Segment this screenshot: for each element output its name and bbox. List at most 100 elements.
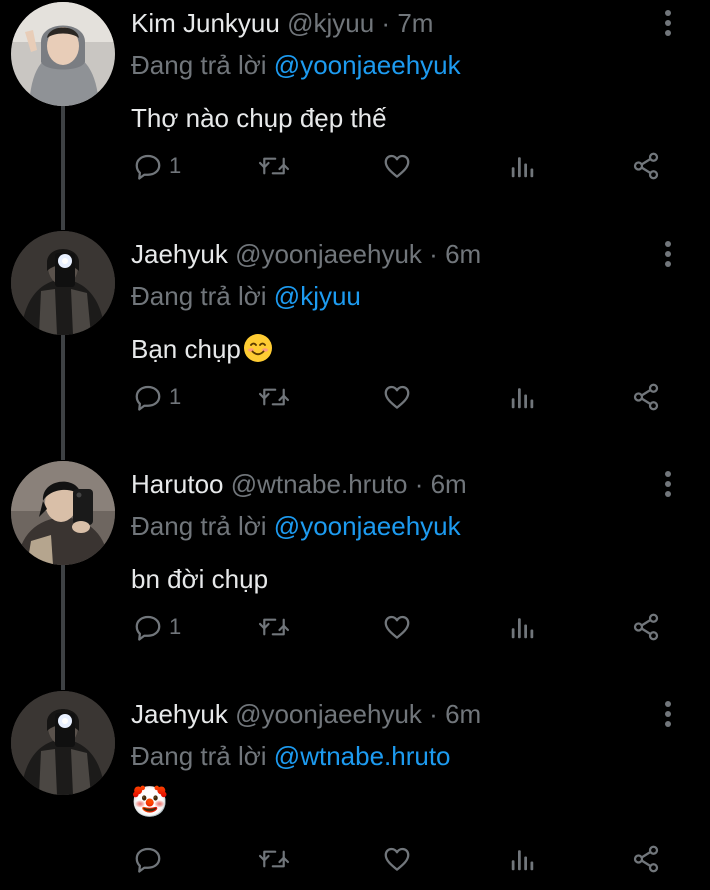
retweet-icon: [258, 388, 290, 406]
reply-button[interactable]: [133, 839, 169, 879]
share-nodes-icon: [633, 845, 659, 873]
vertical-ellipsis-icon: [665, 241, 671, 267]
reply-count: 1: [169, 614, 182, 639]
speech-bubble-icon: [135, 154, 161, 180]
tweet-header: Kim Junkyuu @kjyuu · 7m: [131, 6, 433, 40]
like-button[interactable]: [382, 839, 412, 879]
like-button[interactable]: [382, 377, 412, 417]
heart-icon: [384, 154, 410, 178]
replying-to-label: Đang trả lời: [131, 50, 267, 80]
tweet-text: bn đời chụp: [131, 564, 269, 594]
speech-bubble-icon: [135, 385, 161, 411]
tweet-text: Thợ nào chụp đẹp thế: [131, 103, 387, 133]
retweet-button[interactable]: [257, 146, 291, 186]
tweet-header: Jaehyuk @yoonjaeehyuk · 6m: [131, 697, 481, 731]
separator-dot: ·: [429, 699, 438, 729]
action-bar: 1: [131, 146, 691, 186]
user-handle[interactable]: @kjyuu: [287, 8, 374, 38]
heart-icon: [384, 615, 410, 639]
reply-count: 1: [169, 384, 182, 409]
like-button[interactable]: [382, 146, 412, 186]
display-name[interactable]: Jaehyuk: [131, 699, 228, 729]
avatar[interactable]: [11, 461, 115, 565]
tweet-header: Jaehyuk @yoonjaeehyuk · 6m: [131, 237, 481, 271]
mention-link[interactable]: @yoonjaeehyuk: [274, 511, 461, 541]
reply-button[interactable]: 1: [133, 377, 181, 417]
timestamp[interactable]: 6m: [431, 469, 467, 499]
vertical-ellipsis-icon: [665, 701, 671, 727]
action-bar: [131, 839, 691, 879]
share-nodes-icon: [633, 613, 659, 641]
avatar[interactable]: [11, 691, 115, 795]
more-options-button[interactable]: [650, 699, 686, 729]
avatar[interactable]: [11, 2, 115, 106]
heart-icon: [384, 847, 410, 871]
retweet-icon: [258, 850, 290, 868]
action-bar: 1: [131, 607, 691, 647]
reply-count: 1: [169, 153, 182, 178]
reply-tweet[interactable]: Harutoo @wtnabe.hruto · 6m Đang trả lời …: [0, 461, 710, 691]
replying-to: Đang trả lời @yoonjaeehyuk: [131, 509, 461, 543]
mention-link[interactable]: @yoonjaeehyuk: [274, 50, 461, 80]
vertical-ellipsis-icon: [665, 471, 671, 497]
share-button[interactable]: [631, 377, 661, 417]
reply-button[interactable]: 1: [133, 607, 181, 647]
heart-icon: [384, 385, 410, 409]
retweet-icon: [258, 618, 290, 636]
tweet-text: 🤡: [131, 785, 168, 821]
smiling-face-emoji-icon: [243, 334, 272, 362]
action-bar: 1: [131, 377, 691, 417]
tweet-header: Harutoo @wtnabe.hruto · 6m: [131, 467, 467, 501]
user-handle[interactable]: @wtnabe.hruto: [231, 469, 408, 499]
separator-dot: ·: [429, 239, 438, 269]
replying-to-label: Đang trả lời: [131, 281, 267, 311]
views-button[interactable]: [508, 377, 538, 417]
reply-tweet[interactable]: Jaehyuk @yoonjaeehyuk · 6m Đang trả lời …: [0, 231, 710, 461]
replying-to: Đang trả lời @kjyuu: [131, 279, 361, 313]
avatar[interactable]: [11, 231, 115, 335]
tweet-text-content: Bạn chụp: [131, 334, 241, 364]
more-options-button[interactable]: [650, 239, 686, 269]
mention-link[interactable]: @kjyuu: [274, 281, 361, 311]
views-button[interactable]: [508, 146, 538, 186]
user-handle[interactable]: @yoonjaeehyuk: [235, 239, 422, 269]
separator-dot: ·: [414, 469, 424, 499]
bar-chart-icon: [511, 388, 534, 409]
views-button[interactable]: [508, 839, 538, 879]
bar-chart-icon: [511, 850, 534, 871]
mention-link[interactable]: @wtnabe.hruto: [274, 741, 451, 771]
share-button[interactable]: [631, 839, 661, 879]
retweet-icon: [258, 157, 290, 175]
views-button[interactable]: [508, 607, 538, 647]
separator-dot: ·: [381, 8, 391, 38]
display-name[interactable]: Jaehyuk: [131, 239, 228, 269]
more-options-button[interactable]: [650, 8, 686, 38]
user-handle[interactable]: @yoonjaeehyuk: [235, 699, 422, 729]
retweet-button[interactable]: [257, 839, 291, 879]
share-nodes-icon: [633, 152, 659, 180]
display-name[interactable]: Harutoo: [131, 469, 224, 499]
speech-bubble-icon: [135, 615, 161, 641]
reply-thread: Kim Junkyuu @kjyuu · 7m Đang trả lời @yo…: [0, 0, 710, 890]
share-button[interactable]: [631, 146, 661, 186]
replying-to: Đang trả lời @wtnabe.hruto: [131, 739, 451, 773]
timestamp[interactable]: 7m: [397, 8, 433, 38]
more-options-button[interactable]: [650, 469, 686, 499]
display-name[interactable]: Kim Junkyuu: [131, 8, 280, 38]
speech-bubble-icon: [135, 847, 161, 873]
timestamp[interactable]: 6m: [445, 239, 481, 269]
like-button[interactable]: [382, 607, 412, 647]
bar-chart-icon: [511, 157, 534, 178]
reply-button[interactable]: 1: [133, 146, 181, 186]
reply-tweet[interactable]: Kim Junkyuu @kjyuu · 7m Đang trả lời @yo…: [0, 0, 710, 230]
share-button[interactable]: [631, 607, 661, 647]
replying-to: Đang trả lời @yoonjaeehyuk: [131, 48, 461, 82]
clown-emoji-icon: 🤡: [131, 786, 169, 819]
retweet-button[interactable]: [257, 607, 291, 647]
reply-tweet[interactable]: Jaehyuk @yoonjaeehyuk · 6m Đang trả lời …: [0, 691, 710, 890]
retweet-button[interactable]: [257, 377, 291, 417]
timestamp[interactable]: 6m: [445, 699, 481, 729]
share-nodes-icon: [633, 383, 659, 411]
replying-to-label: Đang trả lời: [131, 511, 267, 541]
vertical-ellipsis-icon: [665, 10, 671, 36]
